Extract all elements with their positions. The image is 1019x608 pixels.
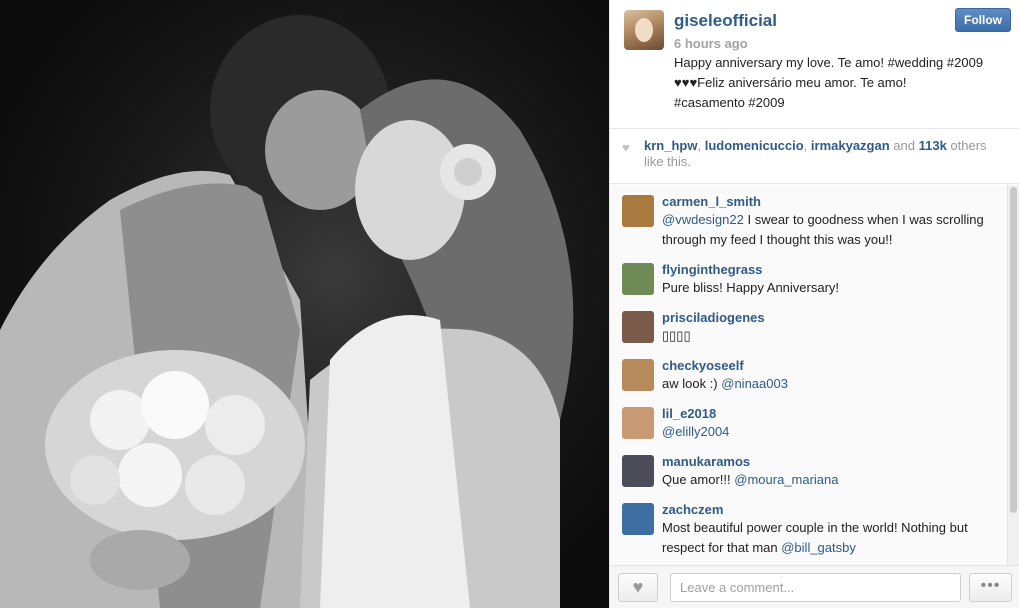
comment-text: Que amor!!! @moura_mariana: [662, 470, 1000, 490]
caption-line: ♥♥♥Feliz aniversário meu amor. Te amo!: [674, 75, 907, 90]
commenter-username[interactable]: manukaramos: [662, 445, 1000, 470]
scrollbar-thumb[interactable]: [1010, 187, 1017, 513]
comment-footer: ♥ •••: [610, 565, 1019, 608]
comment-body: aw look :): [662, 376, 722, 391]
ellipsis-icon: •••: [980, 577, 1001, 594]
commenter-username[interactable]: flyinginthegrass: [662, 253, 1000, 278]
author-username[interactable]: giseleofficial: [674, 11, 777, 31]
comment-text: @vwdesign22 I swear to goodness when I w…: [662, 210, 1000, 250]
comment-body: Que amor!!!: [662, 472, 735, 487]
comment-item: zachczem Most beautiful power couple in …: [610, 493, 1019, 563]
post-side-panel: giseleofficial 6 hours ago Follow Happy …: [609, 0, 1019, 608]
mention-link[interactable]: @elilly2004: [662, 424, 729, 439]
mention-link[interactable]: @vwdesign22: [662, 212, 744, 227]
comment-item: prisciladiogenes ▯▯▯▯: [610, 301, 1019, 349]
comments-scrollbar[interactable]: [1007, 185, 1019, 565]
liker-link[interactable]: krn_hpw: [644, 138, 697, 153]
commenter-avatar[interactable]: [622, 407, 654, 439]
caption-line: Happy anniversary my love. Te amo! #wedd…: [674, 55, 984, 70]
commenter-avatar[interactable]: [622, 311, 654, 343]
more-options-button[interactable]: •••: [969, 573, 1012, 602]
like-button[interactable]: ♥: [618, 573, 658, 602]
comment-text: Pure bliss! Happy Anniversary!: [662, 280, 840, 295]
post-caption: Happy anniversary my love. Te amo! #wedd…: [674, 53, 1014, 113]
liker-link[interactable]: ludomenicuccio: [705, 138, 804, 153]
post-photo[interactable]: [0, 0, 609, 608]
comment-item: flyinginthegrass Pure bliss! Happy Anniv…: [610, 253, 1019, 301]
heart-icon: ♥: [632, 577, 644, 597]
and-text: and: [889, 138, 919, 153]
comment-item: manukaramos Que amor!!! @moura_mariana: [610, 445, 1019, 493]
comments-list[interactable]: carmen_l_smith @vwdesign22 I swear to go…: [610, 185, 1019, 565]
post-header: giseleofficial 6 hours ago Follow Happy …: [610, 0, 1019, 129]
commenter-username[interactable]: zachczem: [662, 493, 1000, 518]
commenter-avatar[interactable]: [622, 503, 654, 535]
comment-text: ▯▯▯▯: [662, 328, 691, 343]
commenter-avatar[interactable]: [622, 455, 654, 487]
commenter-username[interactable]: carmen_l_smith: [662, 185, 1000, 210]
separator: ,: [803, 138, 811, 153]
commenter-avatar[interactable]: [622, 263, 654, 295]
comment-item: lil_e2018 @elilly2004: [610, 397, 1019, 445]
likes-summary: ♥ krn_hpw, ludomenicuccio, irmakyazgan a…: [610, 129, 1019, 184]
comment-text: aw look :) @ninaa003: [662, 374, 1000, 394]
comment-text: @elilly2004: [662, 422, 1000, 442]
commenter-avatar[interactable]: [622, 359, 654, 391]
post-timestamp[interactable]: 6 hours ago: [674, 36, 748, 51]
mention-link[interactable]: @ninaa003: [721, 376, 788, 391]
instagram-post: giseleofficial 6 hours ago Follow Happy …: [0, 0, 1019, 608]
mention-link[interactable]: @bill_gatsby: [781, 540, 856, 555]
separator: ,: [697, 138, 705, 153]
comment-item: carmen_l_smith @vwdesign22 I swear to go…: [610, 185, 1019, 247]
commenter-avatar[interactable]: [622, 195, 654, 227]
caption-line: #casamento #2009: [674, 95, 785, 110]
comment-text: Most beautiful power couple in the world…: [662, 518, 1000, 558]
heart-icon: ♥: [622, 140, 630, 155]
commenter-username[interactable]: lil_e2018: [662, 397, 1000, 422]
commenter-username[interactable]: checkyoseelf: [662, 349, 1000, 374]
follow-button[interactable]: Follow: [955, 8, 1011, 32]
likes-count[interactable]: 113k: [919, 138, 947, 153]
commenter-username[interactable]: prisciladiogenes: [662, 301, 1000, 326]
author-avatar[interactable]: [624, 10, 664, 50]
wedding-photo-illustration: [0, 15, 574, 608]
mention-link[interactable]: @moura_mariana: [734, 472, 838, 487]
liker-link[interactable]: irmakyazgan: [811, 138, 890, 153]
comment-item: checkyoseelf aw look :) @ninaa003: [610, 349, 1019, 397]
comment-input[interactable]: [670, 573, 961, 602]
